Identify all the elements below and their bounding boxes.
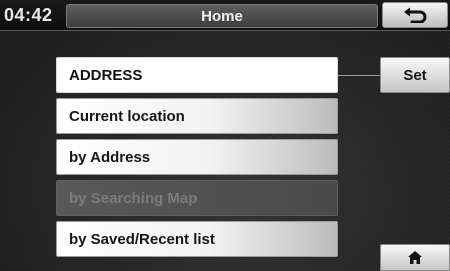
- menu-item-label: ADDRESS: [69, 66, 143, 84]
- menu-item-label: by Searching Map: [69, 189, 198, 207]
- set-button[interactable]: Set: [380, 57, 450, 93]
- menu-item-by-searching-map: by Searching Map: [56, 180, 338, 216]
- home-icon: [408, 251, 422, 264]
- menu-item-current-location[interactable]: Current location: [56, 98, 338, 134]
- menu-item-label: by Address: [69, 148, 151, 166]
- set-button-label: Set: [403, 66, 427, 84]
- return-arrow-icon: [404, 7, 427, 23]
- home-button[interactable]: [380, 244, 450, 271]
- menu-item-label: by Saved/Recent list: [69, 230, 215, 248]
- destination-menu: ADDRESS Current location by Address by S…: [56, 57, 338, 262]
- header-bar: 04:42 Home: [0, 0, 450, 31]
- clock: 04:42: [4, 5, 53, 25]
- back-button[interactable]: [382, 2, 448, 28]
- connector-line: [338, 75, 380, 76]
- navigation-screen: 04:42 Home ADDRESS Current location by A…: [0, 0, 450, 271]
- menu-item-by-saved-recent-list[interactable]: by Saved/Recent list: [56, 221, 338, 257]
- menu-item-label: Current location: [69, 107, 185, 125]
- menu-item-by-address[interactable]: by Address: [56, 139, 338, 175]
- title-bar: Home: [66, 4, 378, 28]
- menu-item-address[interactable]: ADDRESS: [56, 57, 338, 93]
- page-title: Home: [201, 7, 243, 25]
